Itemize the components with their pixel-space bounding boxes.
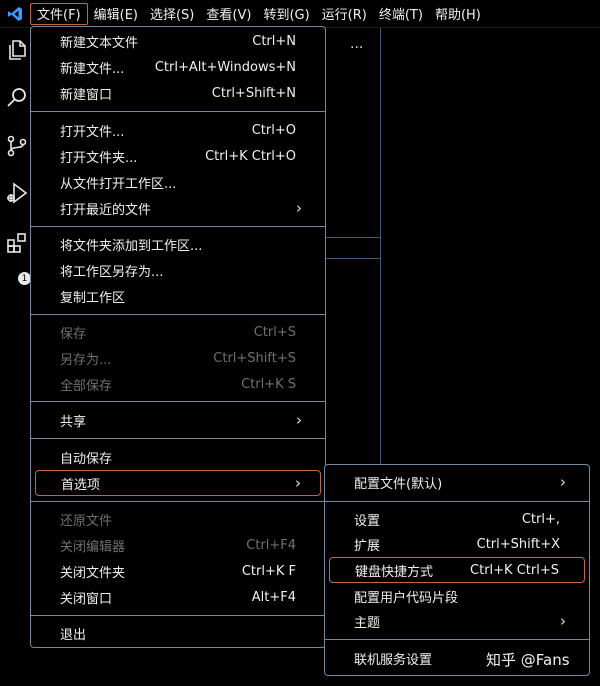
menu-item-save-workspace-as[interactable]: 将工作区另存为... xyxy=(35,258,321,282)
vscode-logo-icon xyxy=(0,0,30,28)
menu-separator xyxy=(325,501,589,502)
extensions-icon[interactable] xyxy=(5,231,29,255)
menu-item-close-window[interactable]: 关闭窗口 Alt+F4 xyxy=(35,585,321,609)
menu-item-close-editor: 关闭编辑器 Ctrl+F4 xyxy=(60,537,296,555)
menu-run[interactable]: 运行(R) xyxy=(316,3,373,25)
menu-view[interactable]: 查看(V) xyxy=(200,3,257,25)
menu-item-open-recent[interactable]: 打开最近的文件 › xyxy=(35,196,321,220)
menu-item-open-workspace[interactable]: 从文件打开工作区... xyxy=(35,170,321,194)
chevron-right-icon: › xyxy=(295,474,301,492)
run-debug-icon[interactable] xyxy=(5,181,29,205)
source-control-icon[interactable] xyxy=(5,134,29,158)
menu-item-theme[interactable]: 主题 › xyxy=(329,609,585,633)
menu-help[interactable]: 帮助(H) xyxy=(429,3,487,25)
menu-item-close-folder[interactable]: 关闭文件夹 Ctrl+K F xyxy=(35,559,321,583)
menu-edit[interactable]: 编辑(E) xyxy=(88,3,144,25)
explorer-icon[interactable] xyxy=(5,38,29,62)
menu-item-auto-save[interactable]: 自动保存 xyxy=(35,445,321,469)
search-icon[interactable] xyxy=(5,86,29,110)
menu-item-profiles[interactable]: 配置文件(默认) › xyxy=(329,470,585,494)
menu-separator xyxy=(31,615,325,616)
menu-item-new-file[interactable]: 新建文件... Ctrl+Alt+Windows+N xyxy=(35,55,321,79)
menu-separator xyxy=(31,501,325,502)
menu-file[interactable]: 文件(F) xyxy=(30,2,88,25)
menu-terminal[interactable]: 终端(T) xyxy=(373,3,429,25)
menu-item-save: 保存 Ctrl+S xyxy=(60,324,296,342)
menu-item-new-text-file[interactable]: 新建文本文件 Ctrl+N xyxy=(35,29,321,53)
menu-item-duplicate-workspace[interactable]: 复制工作区 xyxy=(35,284,321,308)
chevron-right-icon: › xyxy=(296,411,302,429)
menu-item-new-window[interactable]: 新建窗口 Ctrl+Shift+N xyxy=(35,81,321,105)
menu-item-user-snippets[interactable]: 配置用户代码片段 xyxy=(329,584,585,608)
menu-item-settings[interactable]: 设置 Ctrl+, xyxy=(329,507,585,531)
menu-separator xyxy=(31,401,325,402)
menu-separator xyxy=(31,111,325,112)
menu-item-save-as: 另存为... Ctrl+Shift+S xyxy=(60,350,296,368)
menu-go[interactable]: 转到(G) xyxy=(257,3,315,25)
menu-selection[interactable]: 选择(S) xyxy=(144,3,200,25)
menu-item-share[interactable]: 共享 › xyxy=(35,408,321,432)
menu-item-extensions[interactable]: 扩展 Ctrl+Shift+X xyxy=(329,532,585,556)
menu-item-preferences[interactable]: 首选项 › xyxy=(35,470,321,496)
preferences-submenu: 配置文件(默认) › 设置 Ctrl+, 扩展 Ctrl+Shift+X 键盘快… xyxy=(324,464,590,676)
menu-item-open-folder[interactable]: 打开文件夹... Ctrl+K Ctrl+O xyxy=(35,144,321,168)
menu-bar: 文件(F) 编辑(E) 选择(S) 查看(V) 转到(G) 运行(R) 终端(T… xyxy=(0,0,600,28)
file-menu: 新建文本文件 Ctrl+N 新建文件... Ctrl+Alt+Windows+N… xyxy=(30,26,326,648)
menu-item-save-all: 全部保存 Ctrl+K S xyxy=(60,376,296,394)
menu-separator xyxy=(31,226,325,227)
editor-line xyxy=(326,237,380,238)
menu-separator xyxy=(31,438,325,439)
editor-line xyxy=(326,258,380,259)
chevron-right-icon: › xyxy=(296,199,302,217)
menu-item-revert-file: 还原文件 xyxy=(60,513,113,529)
watermark: 知乎 @Fans xyxy=(486,651,570,669)
activity-bar: 1 xyxy=(0,28,32,686)
menu-item-add-folder-to-workspace[interactable]: 将文件夹添加到工作区... xyxy=(35,232,321,256)
menu-item-exit[interactable]: 退出 xyxy=(35,621,321,645)
editor-divider xyxy=(380,28,381,464)
menu-separator xyxy=(31,314,325,315)
more-actions-button[interactable]: ... xyxy=(350,36,363,52)
chevron-right-icon: › xyxy=(560,612,566,630)
chevron-right-icon: › xyxy=(560,473,566,491)
menu-separator xyxy=(325,639,589,640)
menu-item-keyboard-shortcuts[interactable]: 键盘快捷方式 Ctrl+K Ctrl+S xyxy=(329,557,585,583)
menu-item-open-file[interactable]: 打开文件... Ctrl+O xyxy=(35,118,321,142)
